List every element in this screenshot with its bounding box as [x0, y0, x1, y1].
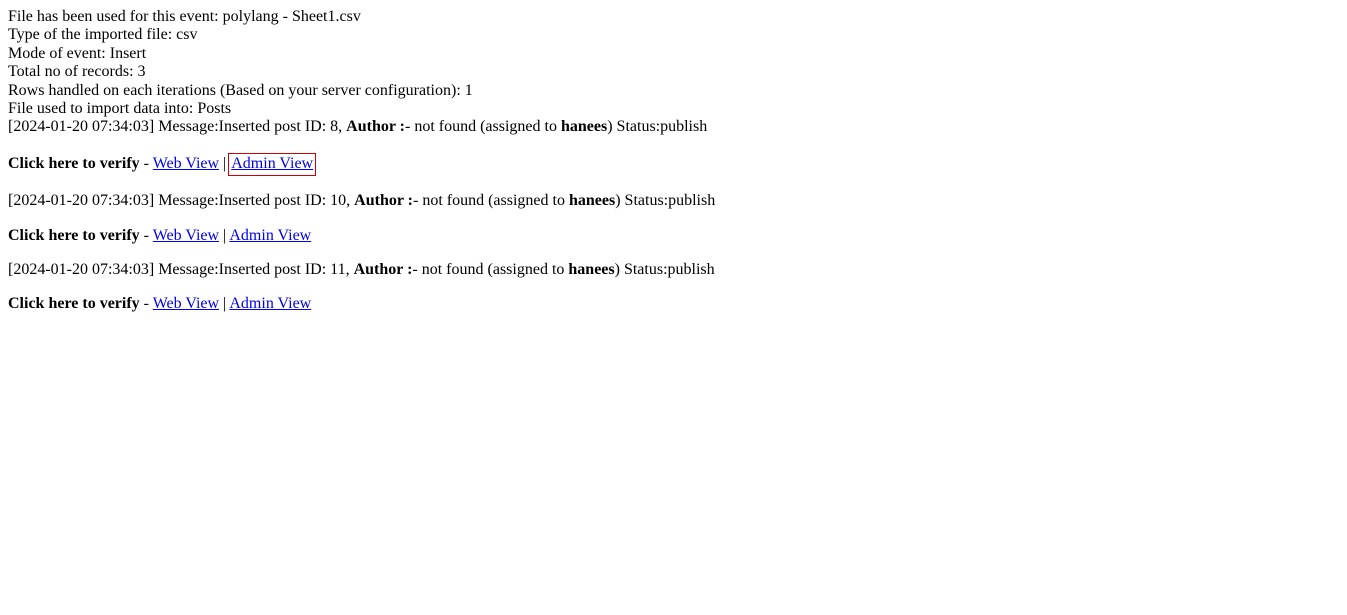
rows-label: Rows handled on each iterations (Based o…	[8, 82, 465, 99]
author-not-found-prefix: - not found (assigned to	[413, 192, 569, 209]
import-into-line: File used to import data into: Posts	[8, 100, 1339, 118]
highlight-box: Admin View	[228, 153, 316, 176]
author-label: Author :	[354, 192, 413, 209]
author-not-found-suffix: ) Status:publish	[615, 192, 715, 209]
import-into-label: File used to import data into:	[8, 100, 197, 117]
log-entry: [2024-01-20 07:34:03] Message:Inserted p…	[8, 261, 1339, 279]
verify-label: Click here to verify	[8, 155, 140, 172]
author-not-found-prefix: - not found (assigned to	[412, 261, 568, 278]
rows-per-iteration-line: Rows handled on each iterations (Based o…	[8, 82, 1339, 100]
post-id: 8,	[330, 118, 346, 135]
rows-value: 1	[465, 82, 473, 99]
author-not-found-suffix: ) Status:publish	[607, 118, 707, 135]
assigned-user: hanees	[561, 118, 607, 135]
timestamp: [2024-01-20 07:34:03]	[8, 261, 158, 278]
timestamp: [2024-01-20 07:34:03]	[8, 118, 158, 135]
total-records-value: 3	[138, 63, 146, 80]
file-type-value: csv	[176, 26, 197, 43]
web-view-link[interactable]: Web View	[153, 227, 219, 244]
mode-line: Mode of event: Insert	[8, 45, 1339, 63]
web-view-link[interactable]: Web View	[153, 295, 219, 312]
message-prefix: Message:Inserted post ID:	[158, 192, 330, 209]
file-used-label: File has been used for this event:	[8, 8, 223, 25]
author-not-found-suffix: ) Status:publish	[615, 261, 715, 278]
verify-line: Click here to verify - Web View | Admin …	[8, 295, 1339, 313]
timestamp: [2024-01-20 07:34:03]	[8, 192, 158, 209]
verify-line: Click here to verify - Web View | Admin …	[8, 153, 1339, 176]
file-used-value: polylang - Sheet1.csv	[223, 8, 361, 25]
file-type-line: Type of the imported file: csv	[8, 26, 1339, 44]
separator-pipe: |	[219, 227, 229, 244]
admin-view-link[interactable]: Admin View	[231, 155, 313, 172]
total-records-line: Total no of records: 3	[8, 63, 1339, 81]
import-into-value: Posts	[197, 100, 231, 117]
assigned-user: hanees	[568, 261, 614, 278]
file-used-line: File has been used for this event: polyl…	[8, 8, 1339, 26]
web-view-link[interactable]: Web View	[153, 155, 219, 172]
author-not-found-prefix: - not found (assigned to	[405, 118, 561, 135]
author-label: Author :	[346, 118, 405, 135]
post-id: 10,	[330, 192, 354, 209]
import-log: File has been used for this event: polyl…	[8, 8, 1339, 314]
message-prefix: Message:Inserted post ID:	[158, 118, 330, 135]
separator-pipe: |	[219, 295, 229, 312]
separator-dash: -	[140, 227, 153, 244]
mode-label: Mode of event:	[8, 45, 110, 62]
admin-view-link[interactable]: Admin View	[229, 227, 311, 244]
assigned-user: hanees	[569, 192, 615, 209]
log-entry: [2024-01-20 07:34:03] Message:Inserted p…	[8, 192, 1339, 210]
author-label: Author :	[354, 261, 413, 278]
total-records-label: Total no of records:	[8, 63, 138, 80]
separator-dash: -	[140, 295, 153, 312]
file-type-label: Type of the imported file:	[8, 26, 176, 43]
post-id: 11,	[330, 261, 353, 278]
separator-dash: -	[140, 155, 153, 172]
mode-value: Insert	[110, 45, 146, 62]
message-prefix: Message:Inserted post ID:	[158, 261, 330, 278]
log-entry: [2024-01-20 07:34:03] Message:Inserted p…	[8, 118, 1339, 136]
verify-label: Click here to verify	[8, 227, 140, 244]
verify-line: Click here to verify - Web View | Admin …	[8, 227, 1339, 245]
verify-label: Click here to verify	[8, 295, 140, 312]
admin-view-link[interactable]: Admin View	[229, 295, 311, 312]
